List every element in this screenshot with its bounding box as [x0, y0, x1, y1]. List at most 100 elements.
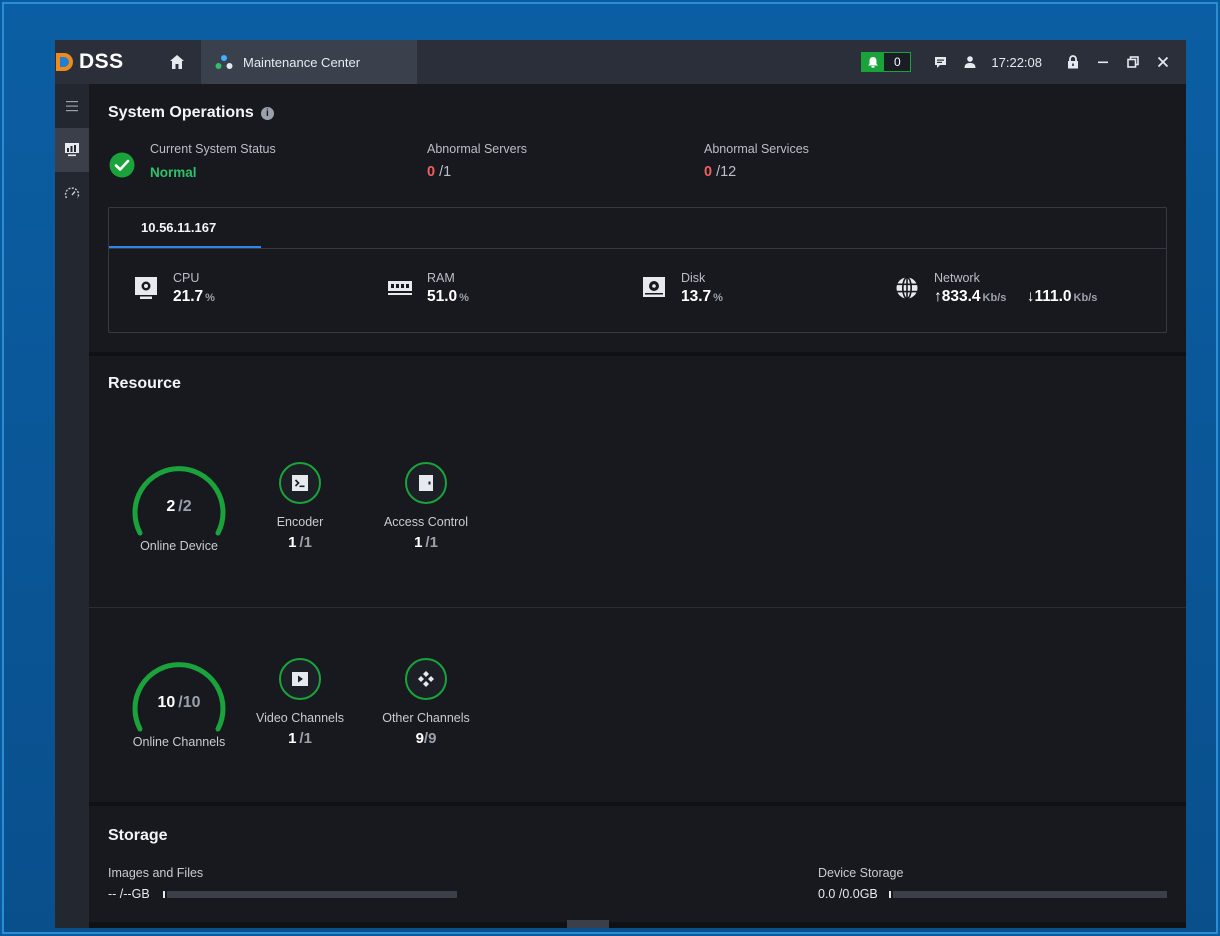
- system-operations-section-title: System Operations i: [108, 104, 274, 122]
- close-icon: [1157, 56, 1169, 68]
- encoder-icon: [292, 475, 308, 491]
- sidebar-item-system-monitor[interactable]: [55, 128, 89, 172]
- online-device-label: Online Device: [140, 539, 218, 553]
- server-tab-divider: [109, 248, 1166, 249]
- encoder-label: Encoder: [276, 515, 324, 529]
- cpu-label: CPU: [173, 271, 200, 285]
- cpu-metric: CPU 21.7%: [133, 271, 215, 306]
- device-storage-label: Device Storage: [818, 866, 904, 880]
- main-content: System Operations i Current System Statu…: [89, 84, 1186, 928]
- access-control-label: Access Control: [383, 515, 469, 529]
- monitor-chart-icon: [65, 143, 79, 157]
- encoder-total: /1: [299, 534, 312, 551]
- abnormal-servers-label: Abnormal Servers: [427, 142, 528, 156]
- disk-unit: %: [713, 292, 723, 304]
- app-window: DSS Maintenance Center 0 17:22:08 System…: [55, 40, 1186, 928]
- minimize-button[interactable]: [1088, 47, 1118, 77]
- resource-title: Resource: [108, 375, 181, 392]
- horizontal-scrollbar-thumb[interactable]: [567, 920, 609, 928]
- online-channels-value: 10/10: [129, 694, 229, 712]
- abnormal-servers-value: 0/1: [427, 164, 451, 180]
- home-icon: [170, 55, 184, 69]
- abnormal-servers-total: /1: [439, 164, 452, 180]
- restore-icon: [1127, 56, 1139, 68]
- cpu-value: 21.7: [173, 288, 204, 305]
- encoder-button[interactable]: [279, 462, 321, 504]
- door-icon: [419, 475, 433, 491]
- disk-value-line: 13.7%: [681, 288, 723, 306]
- clock: 17:22:08: [991, 54, 1042, 70]
- user-button[interactable]: [955, 47, 985, 77]
- online-device-value: 2/2: [129, 498, 229, 516]
- network-up-value: ↑833.4: [934, 288, 981, 305]
- device-storage-usage-bar: [893, 891, 1167, 898]
- encoder-value-line: 1/1: [245, 534, 355, 551]
- online-channels-label: Online Channels: [132, 735, 226, 749]
- home-button[interactable]: [155, 40, 199, 84]
- abnormal-services-value: 0/12: [704, 164, 736, 180]
- disk-value: 13.7: [681, 288, 712, 305]
- other-channels-value: 9: [415, 730, 424, 747]
- video-channels-total: /1: [299, 730, 312, 747]
- close-button[interactable]: [1148, 47, 1178, 77]
- message-button[interactable]: [925, 47, 955, 77]
- ram-icon: [387, 275, 413, 301]
- abnormal-services-count: 0: [704, 164, 713, 180]
- cpu-icon: [133, 275, 159, 301]
- bottom-scrollbar-track: [89, 922, 1186, 928]
- online-channels-total: /10: [178, 694, 201, 711]
- globe-icon: [894, 275, 920, 301]
- app-logo: DSS: [55, 40, 155, 84]
- title-bar: DSS Maintenance Center 0 17:22:08: [55, 40, 1186, 84]
- abnormal-servers-count: 0: [427, 164, 436, 180]
- check-circle-icon: [109, 152, 135, 178]
- access-control-value: 1: [414, 534, 423, 551]
- system-operations-title: System Operations: [108, 104, 254, 121]
- device-storage-bar-marker: [889, 891, 891, 898]
- gauge-icon: [64, 187, 80, 199]
- current-status-value: Normal: [150, 165, 197, 180]
- lock-button[interactable]: [1058, 47, 1088, 77]
- network-down-value: ↓111.0: [1026, 288, 1072, 305]
- title-bar-controls: 0 17:22:08: [861, 40, 1186, 84]
- access-control-button[interactable]: [405, 462, 447, 504]
- images-files-usage-bar: [167, 891, 457, 898]
- menu-button[interactable]: [55, 84, 89, 128]
- video-channels-value: 1: [288, 730, 297, 747]
- section-divider: [89, 352, 1186, 356]
- ram-value-line: 51.0%: [427, 288, 469, 306]
- alarm-button[interactable]: 0: [861, 52, 912, 72]
- restore-button[interactable]: [1118, 47, 1148, 77]
- video-channels-item: Video Channels 1/1: [245, 658, 355, 747]
- maintenance-icon: [215, 54, 233, 70]
- cpu-value-line: 21.7%: [173, 288, 215, 306]
- network-up-unit: Kb/s: [982, 292, 1007, 304]
- alarm-count: 0: [884, 53, 911, 71]
- other-channels-total: /9: [423, 730, 437, 747]
- images-files-value: -- /--GB: [108, 887, 150, 901]
- server-tab[interactable]: 10.56.11.167: [109, 208, 261, 248]
- device-storage-value: 0.0 /0.0GB: [818, 887, 878, 901]
- network-label: Network: [934, 271, 980, 285]
- other-channels-button[interactable]: [405, 658, 447, 700]
- bell-icon: [862, 53, 885, 71]
- sidebar-item-performance[interactable]: [55, 172, 89, 216]
- ram-metric: RAM 51.0%: [387, 271, 469, 306]
- encoder-item: Encoder 1/1: [245, 462, 355, 551]
- cpu-unit: %: [205, 292, 215, 304]
- video-channels-button[interactable]: [279, 658, 321, 700]
- server-panel: 10.56.11.167 CPU 21.7% RAM 51.0% Disk 13…: [108, 207, 1167, 333]
- message-icon: [934, 56, 946, 68]
- other-channels-value-line: 9/9: [371, 730, 481, 747]
- network-down-unit: Kb/s: [1073, 292, 1098, 304]
- minimize-icon: [1098, 61, 1108, 64]
- tab-label: Maintenance Center: [243, 54, 361, 70]
- video-channels-label: Video Channels: [255, 711, 345, 725]
- abnormal-services-label: Abnormal Services: [704, 142, 809, 156]
- access-control-item: Access Control 1/1: [371, 462, 481, 551]
- tab-maintenance-center[interactable]: Maintenance Center: [201, 40, 417, 84]
- info-icon[interactable]: i: [260, 106, 274, 120]
- disk-icon: [641, 275, 667, 301]
- user-icon: [964, 56, 976, 68]
- dss-logo-icon: [56, 53, 73, 71]
